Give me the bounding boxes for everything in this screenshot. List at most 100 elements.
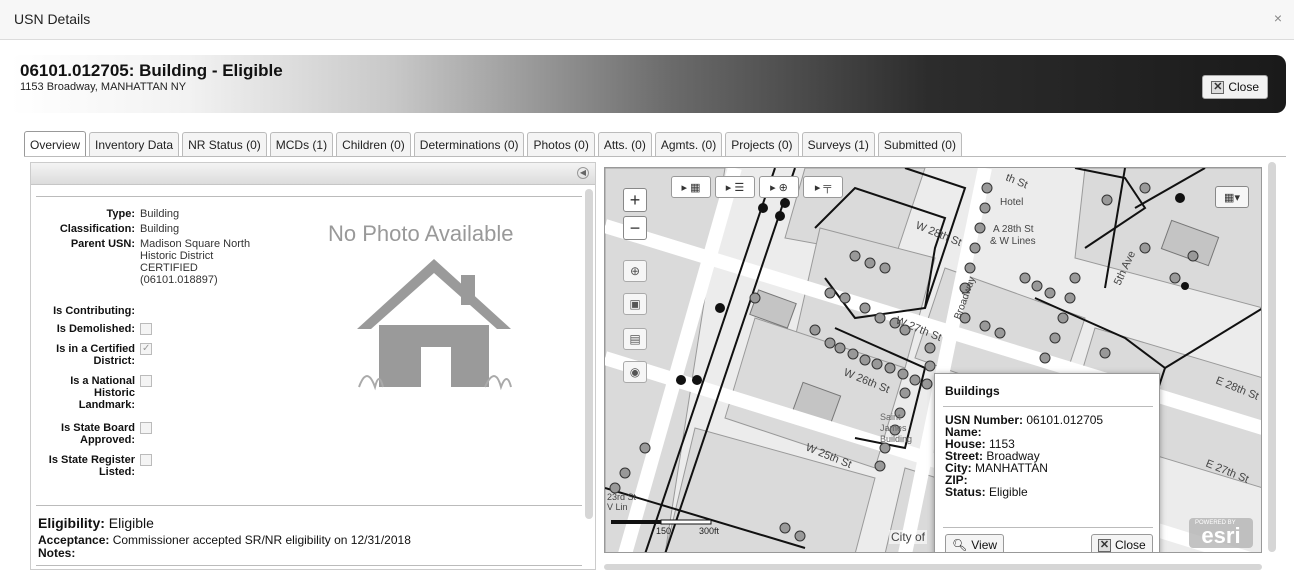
divider — [36, 565, 582, 566]
record-title: 06101.012705: Building - Eligible — [20, 61, 283, 80]
divider — [943, 527, 1153, 528]
parent-usn-line: CERTIFIED — [140, 262, 198, 274]
scale-bar: 150 300ft — [611, 519, 720, 536]
no-photo-text: No Photo Available — [328, 221, 514, 246]
table-icon: ▦ — [690, 181, 701, 194]
basemap-globe-button[interactable]: ▸ ⊕ — [759, 176, 799, 198]
eligibility-label: Eligibility: — [38, 515, 105, 531]
divider — [36, 196, 582, 197]
collapse-icon[interactable]: ◀ — [577, 167, 589, 179]
map-label-saint: Saint — [880, 412, 901, 422]
field-landmark: Is a National Historic Landmark: — [31, 375, 290, 411]
tab-projects[interactable]: Projects (0) — [725, 132, 799, 156]
ruler-icon: ╤ — [823, 181, 832, 193]
divider — [36, 505, 582, 506]
tab-children[interactable]: Children (0) — [336, 132, 411, 156]
header-close-label: Close — [1228, 80, 1259, 94]
dialog-titlebar: USN Details × — [0, 0, 1294, 40]
popup-close-button[interactable]: ✕ Close — [1091, 534, 1153, 552]
close-icon: ✕ — [1211, 80, 1225, 94]
landmark-label-line: Is a National — [70, 375, 135, 387]
esri-text: esri — [1201, 523, 1241, 548]
popup-close-label: Close — [1115, 538, 1146, 552]
tab-underline — [24, 156, 1286, 157]
zoom-out-button[interactable]: − — [623, 216, 647, 240]
print-icon[interactable]: ▤ — [623, 328, 647, 350]
contributing-label: Is Contributing: — [53, 305, 135, 317]
list-icon: ☰ — [734, 181, 745, 194]
field-contributing: Is Contributing: — [31, 305, 140, 317]
classification-value: Building — [140, 223, 180, 235]
zoom-in-button[interactable]: + — [623, 188, 647, 212]
map-scrollbar-vertical[interactable] — [1268, 162, 1276, 552]
field-parent-usn: Parent USN: Madison Square North Histori… — [31, 238, 290, 286]
grid-icon: ▦ — [1224, 191, 1235, 204]
overview-panel: ◀ Type: Building Classification: Buildin… — [30, 162, 596, 570]
locate-icon[interactable]: ◉ — [623, 361, 647, 383]
tab-surveys[interactable]: Surveys (1) — [801, 132, 875, 156]
dialog-title: USN Details — [14, 11, 91, 27]
tab-mcds[interactable]: MCDs (1) — [269, 132, 334, 156]
demolished-checkbox[interactable] — [140, 323, 152, 335]
view-label: View — [971, 538, 998, 552]
legend-button[interactable]: ▸ ☰ — [715, 176, 755, 198]
board-checkbox[interactable] — [140, 422, 152, 434]
zoom-extent-icon[interactable]: ⊕ — [623, 260, 647, 282]
eligibility-value: Eligible — [108, 515, 154, 531]
register-checkbox[interactable] — [140, 454, 152, 466]
certified-label-line: Is in a Certified — [56, 343, 135, 355]
field-classification: Classification: Building — [31, 223, 290, 235]
type-label: Type: — [106, 208, 135, 220]
map-view[interactable]: W 28th St W 27th St W 26th St W 25th St … — [604, 167, 1262, 553]
dialog-close-icon[interactable]: × — [1274, 10, 1282, 26]
divider — [943, 406, 1153, 407]
map-label-wlines: & W Lines — [990, 236, 1036, 247]
tab-attachments[interactable]: Atts. (0) — [597, 132, 652, 156]
tab-nr-status[interactable]: NR Status (0) — [182, 132, 267, 156]
tab-submitted[interactable]: Submitted (0) — [877, 132, 962, 156]
popup-title: Buildings — [945, 384, 1000, 398]
tab-determinations[interactable]: Determinations (0) — [413, 132, 525, 156]
select-box-icon[interactable]: ▣ — [623, 293, 647, 315]
notes-label: Notes: — [38, 546, 76, 560]
certified-label: Is in a Certified District: — [31, 343, 140, 367]
map-label-vlin: V Lin — [607, 502, 628, 512]
powered-by-text: POWERED BY — [1195, 520, 1236, 526]
attribution-text: City of — [889, 530, 928, 544]
tab-inventory-data[interactable]: Inventory Data — [89, 132, 180, 156]
tab-overview[interactable]: Overview — [24, 131, 87, 157]
acceptance-label: Acceptance: — [38, 533, 110, 547]
acceptance-value: Commissioner accepted SR/NR eligibility … — [112, 533, 411, 547]
register-label-line: Is State Register — [48, 454, 135, 466]
board-label: Is State Board Approved: — [31, 422, 140, 446]
globe-icon: ⊕ — [778, 181, 788, 194]
landmark-label-line: Landmark: — [78, 399, 135, 411]
map-scrollbar-horizontal[interactable] — [604, 564, 1262, 570]
basemap-gallery-button[interactable]: ▦ ▾ — [1215, 186, 1249, 208]
tab-photos[interactable]: Photos (0) — [527, 132, 595, 156]
scale-label-150: 150 — [656, 526, 671, 536]
parent-usn-line: (06101.018897) — [140, 274, 218, 286]
esri-logo[interactable]: POWERED BY esri — [1189, 518, 1253, 548]
status-label: Status: — [945, 485, 986, 499]
certified-label-line: District: — [93, 355, 135, 367]
map-label-hotel: Hotel — [1000, 197, 1023, 208]
measure-button[interactable]: ▸ ╤ — [803, 176, 843, 198]
field-type: Type: Building — [31, 208, 290, 220]
header-close-button[interactable]: ✕ Close — [1202, 75, 1268, 99]
parent-usn-line: Madison Square North — [140, 238, 251, 250]
tab-agreements[interactable]: Agmts. (0) — [654, 132, 723, 156]
popup-body: USN Number: 06101.012705 Name: House: 11… — [945, 414, 1103, 498]
record-address: 1153 Broadway, MANHATTAN NY — [20, 81, 187, 93]
landmark-checkbox[interactable] — [140, 375, 152, 387]
map-label-a28: A 28th St — [993, 224, 1034, 235]
certified-checkbox[interactable] — [140, 343, 152, 355]
layer-list-button[interactable]: ▸ ▦ — [671, 176, 711, 198]
parent-usn-value[interactable]: Madison Square North Historic District C… — [140, 238, 290, 286]
panel-scrollbar[interactable] — [585, 189, 593, 519]
board-label-line: Approved: — [80, 434, 135, 446]
popup-view-button[interactable]: 🔍︎ View — [945, 534, 1005, 552]
parent-usn-line: Historic District — [140, 250, 214, 262]
parent-usn-label: Parent USN: — [70, 238, 135, 250]
acceptance-line: Acceptance: Commissioner accepted SR/NR … — [38, 533, 411, 547]
